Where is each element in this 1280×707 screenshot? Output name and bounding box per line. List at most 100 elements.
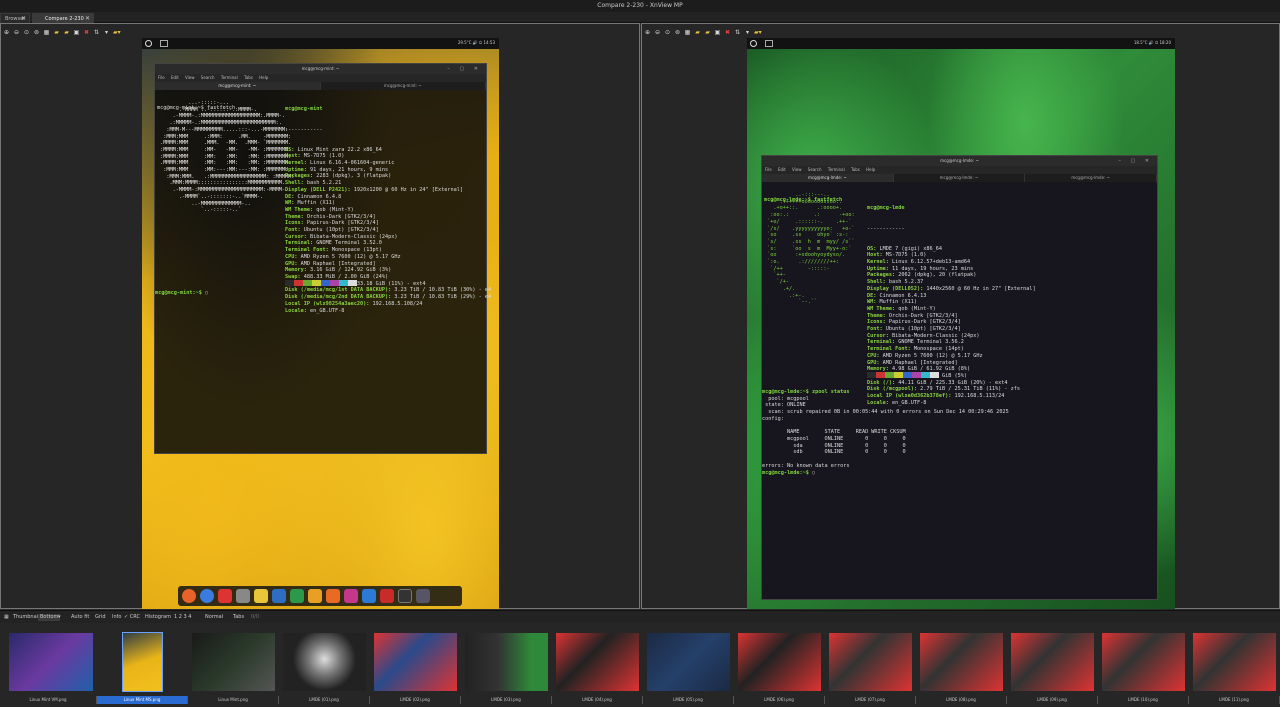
menu-tabs[interactable]: Tabs bbox=[851, 167, 860, 172]
thumbnail-image[interactable] bbox=[556, 633, 639, 691]
save-icon[interactable]: ▣ bbox=[73, 29, 80, 36]
thumbnail-image[interactable] bbox=[1193, 633, 1276, 691]
terminal-icon[interactable] bbox=[398, 589, 412, 603]
thumbnail-caption[interactable]: LMDE (08).png bbox=[916, 696, 1007, 704]
menu-edit[interactable]: Edit bbox=[778, 167, 786, 172]
menu-search[interactable]: Search bbox=[808, 167, 822, 172]
zoom-fit-icon[interactable]: ⊙ bbox=[23, 29, 30, 36]
menu-icon[interactable] bbox=[750, 40, 757, 47]
thumbnail-image[interactable] bbox=[738, 633, 821, 691]
thumbnail-image[interactable] bbox=[374, 633, 457, 691]
files-icon[interactable] bbox=[236, 589, 250, 603]
terminal-output[interactable]: mcg@mcg-lmde:~$ fastfetch ..-:::---.. .:… bbox=[762, 182, 1157, 592]
filter-icon[interactable]: ▾ bbox=[103, 29, 110, 36]
grid-icon[interactable]: ▦ bbox=[43, 29, 50, 36]
thumbnail-caption[interactable]: LMDE (01).png bbox=[279, 696, 370, 704]
thumbnail-caption[interactable]: Linux Mint.png bbox=[188, 696, 279, 704]
filezilla-icon[interactable] bbox=[380, 589, 394, 603]
folder-open-icon[interactable]: ▰ bbox=[704, 29, 711, 36]
window-controls[interactable]: – ▢ ✕ bbox=[447, 64, 482, 74]
zoom-out-icon[interactable]: ⊖ bbox=[654, 29, 661, 36]
menu-icon[interactable] bbox=[145, 40, 152, 47]
tab-compare[interactable]: Compare 2-230 ✕ bbox=[32, 13, 94, 23]
thumbnail-caption[interactable]: LMDE (11).png bbox=[1189, 696, 1280, 704]
thumbnail-image[interactable] bbox=[647, 633, 730, 691]
thumbnail-caption[interactable]: LMDE (09).png bbox=[1007, 696, 1098, 704]
terminal-tab[interactable]: mcg@mcg-mint: ~ bbox=[321, 82, 486, 90]
workspace-icon[interactable] bbox=[416, 589, 430, 603]
left-compare-pane[interactable]: ⊕ ⊖ ⊙ ⊚ ▦ ▰ ▰ ▣ ✖ ⇅ ▾ ▰▾ 29.5°C 🔊 ⏻ 14:5… bbox=[0, 23, 640, 609]
terminal-output[interactable]: mcg@mcg-mint:~$ fastfetch ...-:::::-... … bbox=[155, 90, 491, 445]
thumbnail-image[interactable] bbox=[192, 633, 275, 691]
right-compare-pane[interactable]: ⊕ ⊖ ⊙ ⊚ ▦ ▰ ▰ ▣ ✖ ⇅ ▾ ▰▾ 18.5°C 🔊 ⏻ 18:2… bbox=[641, 23, 1280, 609]
draw-icon[interactable] bbox=[326, 589, 340, 603]
thumbnail-caption[interactable]: LMDE (03).png bbox=[461, 696, 552, 704]
thumbnail-caption[interactable]: LMDE (07).png bbox=[825, 696, 916, 704]
menu-view[interactable]: View bbox=[185, 75, 195, 80]
folder-icon[interactable]: ▰ bbox=[53, 29, 60, 36]
menu-view[interactable]: View bbox=[792, 167, 802, 172]
filter-icon[interactable]: ▾ bbox=[744, 29, 751, 36]
terminal-window[interactable]: mcg@mcg-mint: ~ – ▢ ✕ File Edit View Sea… bbox=[154, 63, 491, 454]
firefox-icon[interactable] bbox=[182, 589, 196, 603]
thumbnail-caption[interactable]: LMDE (10).png bbox=[1098, 696, 1189, 704]
delete-icon[interactable]: ✖ bbox=[83, 29, 90, 36]
menu-edit[interactable]: Edit bbox=[171, 75, 179, 80]
notes-icon[interactable] bbox=[254, 589, 268, 603]
thumbnail-image[interactable] bbox=[1102, 633, 1185, 691]
sort-icon[interactable]: ⇅ bbox=[93, 29, 100, 36]
thunderbird-icon[interactable] bbox=[200, 589, 214, 603]
zoom-actual-icon[interactable]: ⊚ bbox=[33, 29, 40, 36]
grid-icon[interactable]: ▦ bbox=[684, 29, 691, 36]
impress-icon[interactable] bbox=[308, 589, 322, 603]
tab-browser[interactable]: Browser ✕ bbox=[0, 13, 30, 23]
folder-icon[interactable]: ▰ bbox=[694, 29, 701, 36]
thumbnail-caption[interactable]: LMDE (02).png bbox=[370, 696, 461, 704]
folder-open-icon[interactable]: ▰ bbox=[63, 29, 70, 36]
folder-menu-icon[interactable]: ▰▾ bbox=[754, 29, 762, 36]
sort-icon[interactable]: ⇅ bbox=[734, 29, 741, 36]
menu-help[interactable]: Help bbox=[259, 75, 268, 80]
menu-search[interactable]: Search bbox=[201, 75, 215, 80]
terminal-launcher-icon[interactable] bbox=[765, 40, 773, 47]
zoom-in-icon[interactable]: ⊕ bbox=[3, 29, 10, 36]
menu-file[interactable]: File bbox=[158, 75, 165, 80]
thumbnail-caption[interactable]: Linux Mint MS.png bbox=[97, 696, 188, 704]
terminal-tab[interactable]: mcg@mcg-mint: ~ bbox=[155, 82, 321, 90]
zoom-in-icon[interactable]: ⊕ bbox=[644, 29, 651, 36]
thumbnail-image[interactable] bbox=[1011, 633, 1094, 691]
terminal-tab[interactable]: mcg@mcg-lmde: ~ bbox=[1025, 174, 1158, 182]
thumbnail-image[interactable] bbox=[920, 633, 1003, 691]
thumbnail-caption[interactable]: LMDE (05).png bbox=[643, 696, 734, 704]
thumbnail-caption[interactable]: LMDE (06).png bbox=[734, 696, 825, 704]
menu-help[interactable]: Help bbox=[866, 167, 875, 172]
terminal-window[interactable]: mcg@mcg-lmde: ~ – ▢ ✕ File Edit View Sea… bbox=[761, 155, 1158, 600]
terminal-tab[interactable]: mcg@mcg-lmde: ~ bbox=[894, 174, 1026, 182]
calc-icon[interactable] bbox=[290, 589, 304, 603]
delete-icon[interactable]: ✖ bbox=[724, 29, 731, 36]
window-controls[interactable]: – ▢ ✕ bbox=[1118, 156, 1153, 166]
writer-icon[interactable] bbox=[272, 589, 286, 603]
terminal-tab[interactable]: mcg@mcg-lmde: ~ bbox=[762, 174, 894, 182]
thumbnail-image[interactable] bbox=[465, 633, 548, 691]
menu-terminal[interactable]: Terminal bbox=[221, 75, 238, 80]
xnview-icon[interactable] bbox=[362, 589, 376, 603]
thumbnail-image[interactable] bbox=[829, 633, 912, 691]
thumbnail-position-select[interactable]: Bottom bbox=[38, 614, 61, 621]
thumbnail-caption[interactable]: LMDE (04).png bbox=[552, 696, 643, 704]
thumbnail-image[interactable] bbox=[283, 633, 366, 691]
save-icon[interactable]: ▣ bbox=[714, 29, 721, 36]
folder-menu-icon[interactable]: ▰▾ bbox=[113, 29, 121, 36]
terminal-launcher-icon[interactable] bbox=[160, 40, 168, 47]
zoom-fit-icon[interactable]: ⊙ bbox=[664, 29, 671, 36]
menu-tabs[interactable]: Tabs bbox=[244, 75, 253, 80]
app-icon[interactable] bbox=[218, 589, 232, 603]
thumbnail-caption[interactable]: Linux Mint VM.png bbox=[0, 696, 97, 704]
menu-file[interactable]: File bbox=[765, 167, 772, 172]
zoom-out-icon[interactable]: ⊖ bbox=[13, 29, 20, 36]
thumbnail-image[interactable] bbox=[9, 633, 93, 691]
menu-terminal[interactable]: Terminal bbox=[828, 167, 845, 172]
media-icon[interactable] bbox=[344, 589, 358, 603]
zoom-actual-icon[interactable]: ⊚ bbox=[674, 29, 681, 36]
thumbnail-image[interactable] bbox=[122, 632, 163, 692]
